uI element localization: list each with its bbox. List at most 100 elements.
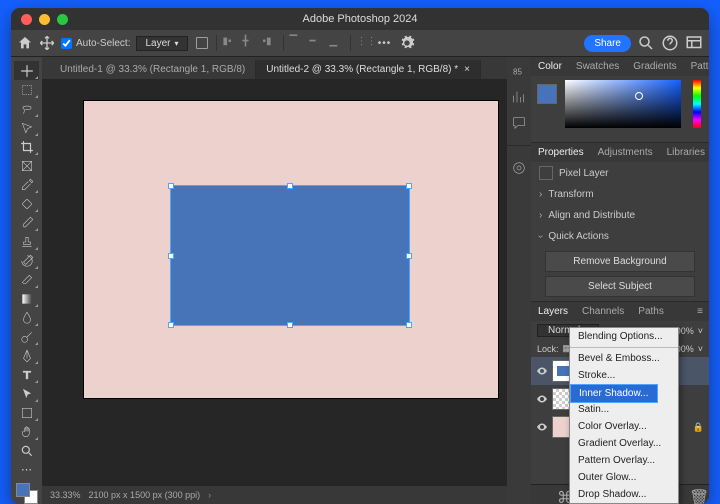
marquee-tool[interactable] bbox=[14, 80, 39, 99]
menu-satin[interactable]: Satin... bbox=[570, 401, 678, 418]
panel-icon-comments[interactable] bbox=[511, 115, 527, 131]
visibility-icon[interactable] bbox=[536, 421, 548, 433]
remove-background-button[interactable]: Remove Background bbox=[545, 251, 695, 272]
align-section[interactable]: Align and Distribute bbox=[531, 205, 709, 226]
transform-controls-icon[interactable] bbox=[194, 35, 210, 51]
settings-gear-icon[interactable] bbox=[399, 35, 415, 51]
doc-tab-1[interactable]: Untitled-1 @ 33.3% (Rectangle 1, RGB/8) bbox=[50, 60, 256, 79]
home-icon[interactable] bbox=[17, 35, 33, 51]
hue-slider[interactable] bbox=[693, 80, 701, 128]
align-left-icon[interactable]: ▮▪ bbox=[223, 36, 237, 50]
crop-tool[interactable] bbox=[14, 137, 39, 156]
resize-handle[interactable] bbox=[287, 183, 293, 189]
tab-gradients[interactable]: Gradients bbox=[626, 57, 683, 76]
history-brush-tool[interactable] bbox=[14, 251, 39, 270]
select-subject-button[interactable]: Select Subject bbox=[545, 276, 695, 297]
trash-icon[interactable]: 🗑 bbox=[689, 488, 703, 502]
menu-outer-glow[interactable]: Outer Glow... bbox=[570, 469, 678, 486]
brush-tool[interactable] bbox=[14, 213, 39, 232]
dodge-tool[interactable] bbox=[14, 327, 39, 346]
shape-tool[interactable] bbox=[14, 403, 39, 422]
type-tool[interactable] bbox=[14, 365, 39, 384]
quick-actions-section[interactable]: Quick Actions bbox=[531, 226, 709, 247]
doc-dimensions: 2100 px x 1500 px (300 ppi) bbox=[89, 490, 201, 500]
align-vcenter-icon[interactable]: ━ bbox=[310, 36, 324, 50]
panel-menu-icon[interactable]: ≡ bbox=[691, 302, 709, 321]
layer-type-label: Pixel Layer bbox=[531, 162, 709, 184]
pen-tool[interactable] bbox=[14, 346, 39, 365]
resize-handle[interactable] bbox=[406, 322, 412, 328]
visibility-icon[interactable] bbox=[536, 393, 548, 405]
menu-drop-shadow[interactable]: Drop Shadow... bbox=[570, 486, 678, 503]
close-window-button[interactable] bbox=[21, 14, 32, 25]
menu-bevel-emboss[interactable]: Bevel & Emboss... bbox=[570, 350, 678, 367]
panel-icon-histogram[interactable] bbox=[511, 89, 527, 105]
panel-icon-85[interactable]: 85 bbox=[511, 63, 527, 79]
menu-stroke[interactable]: Stroke... bbox=[570, 367, 678, 384]
hand-tool[interactable] bbox=[14, 422, 39, 441]
menu-color-overlay[interactable]: Color Overlay... bbox=[570, 418, 678, 435]
edit-toolbar-icon[interactable]: ⋯ bbox=[14, 460, 39, 479]
document-area: Untitled-1 @ 33.3% (Rectangle 1, RGB/8) … bbox=[42, 57, 507, 504]
visibility-icon[interactable] bbox=[536, 365, 548, 377]
maximize-window-button[interactable] bbox=[57, 14, 68, 25]
color-panel-tabs: Color Swatches Gradients Patterns ≡ bbox=[531, 57, 709, 76]
help-icon[interactable] bbox=[661, 34, 679, 52]
doc-tab-2[interactable]: Untitled-2 @ 33.3% (Rectangle 1, RGB/8) … bbox=[256, 60, 481, 79]
resize-handle[interactable] bbox=[287, 322, 293, 328]
align-right-icon[interactable]: ▪▮ bbox=[263, 36, 277, 50]
share-button[interactable]: Share bbox=[584, 35, 631, 52]
fg-color-swatch[interactable] bbox=[537, 84, 557, 104]
tab-properties[interactable]: Properties bbox=[531, 143, 591, 162]
close-tab-icon[interactable]: × bbox=[464, 64, 470, 75]
blur-tool[interactable] bbox=[14, 308, 39, 327]
panel-icon-learn[interactable] bbox=[511, 160, 527, 176]
tab-patterns[interactable]: Patterns bbox=[684, 57, 709, 76]
quick-select-tool[interactable] bbox=[14, 118, 39, 137]
align-bottom-icon[interactable]: ▁ bbox=[330, 36, 344, 50]
tab-libraries[interactable]: Libraries bbox=[660, 143, 709, 162]
color-swatches[interactable] bbox=[16, 483, 38, 504]
resize-handle[interactable] bbox=[406, 183, 412, 189]
tab-layers[interactable]: Layers bbox=[531, 302, 575, 321]
resize-handle[interactable] bbox=[168, 322, 174, 328]
frame-tool[interactable] bbox=[14, 156, 39, 175]
menu-inner-shadow[interactable]: Inner Shadow... bbox=[570, 384, 658, 403]
distribute-icon[interactable]: ⋮⋮ bbox=[357, 36, 371, 50]
document-tabs: Untitled-1 @ 33.3% (Rectangle 1, RGB/8) … bbox=[42, 57, 507, 79]
resize-handle[interactable] bbox=[168, 183, 174, 189]
healing-tool[interactable] bbox=[14, 194, 39, 213]
canvas[interactable] bbox=[42, 79, 507, 486]
move-tool-icon bbox=[39, 35, 55, 51]
tab-channels[interactable]: Channels bbox=[575, 302, 631, 321]
resize-handle[interactable] bbox=[406, 253, 412, 259]
auto-select-dropdown[interactable]: Layer bbox=[136, 36, 187, 51]
color-picker-field[interactable] bbox=[565, 80, 681, 128]
eraser-tool[interactable] bbox=[14, 270, 39, 289]
lasso-tool[interactable] bbox=[14, 99, 39, 118]
stamp-tool[interactable] bbox=[14, 232, 39, 251]
more-options-icon[interactable]: ••• bbox=[377, 35, 393, 51]
path-select-tool[interactable] bbox=[14, 384, 39, 403]
resize-handle[interactable] bbox=[168, 253, 174, 259]
tab-color[interactable]: Color bbox=[531, 57, 569, 76]
menu-pattern-overlay[interactable]: Pattern Overlay... bbox=[570, 452, 678, 469]
zoom-level[interactable]: 33.33% bbox=[50, 490, 81, 500]
menu-blending-options[interactable]: Blending Options... bbox=[570, 328, 678, 345]
tab-adjustments[interactable]: Adjustments bbox=[591, 143, 660, 162]
menu-gradient-overlay[interactable]: Gradient Overlay... bbox=[570, 435, 678, 452]
gradient-tool[interactable] bbox=[14, 289, 39, 308]
tab-swatches[interactable]: Swatches bbox=[569, 57, 626, 76]
minimize-window-button[interactable] bbox=[39, 14, 50, 25]
transform-section[interactable]: Transform bbox=[531, 184, 709, 205]
move-tool[interactable] bbox=[14, 61, 39, 80]
align-top-icon[interactable]: ▔ bbox=[290, 36, 304, 50]
eyedropper-tool[interactable] bbox=[14, 175, 39, 194]
tab-paths[interactable]: Paths bbox=[631, 302, 671, 321]
tools-panel: ⋯ bbox=[11, 57, 42, 504]
workspace-icon[interactable] bbox=[685, 34, 703, 52]
auto-select-checkbox[interactable]: Auto-Select: bbox=[61, 38, 130, 49]
search-icon[interactable] bbox=[637, 34, 655, 52]
zoom-tool[interactable] bbox=[14, 441, 39, 460]
align-hcenter-icon[interactable]: ╋ bbox=[243, 36, 257, 50]
